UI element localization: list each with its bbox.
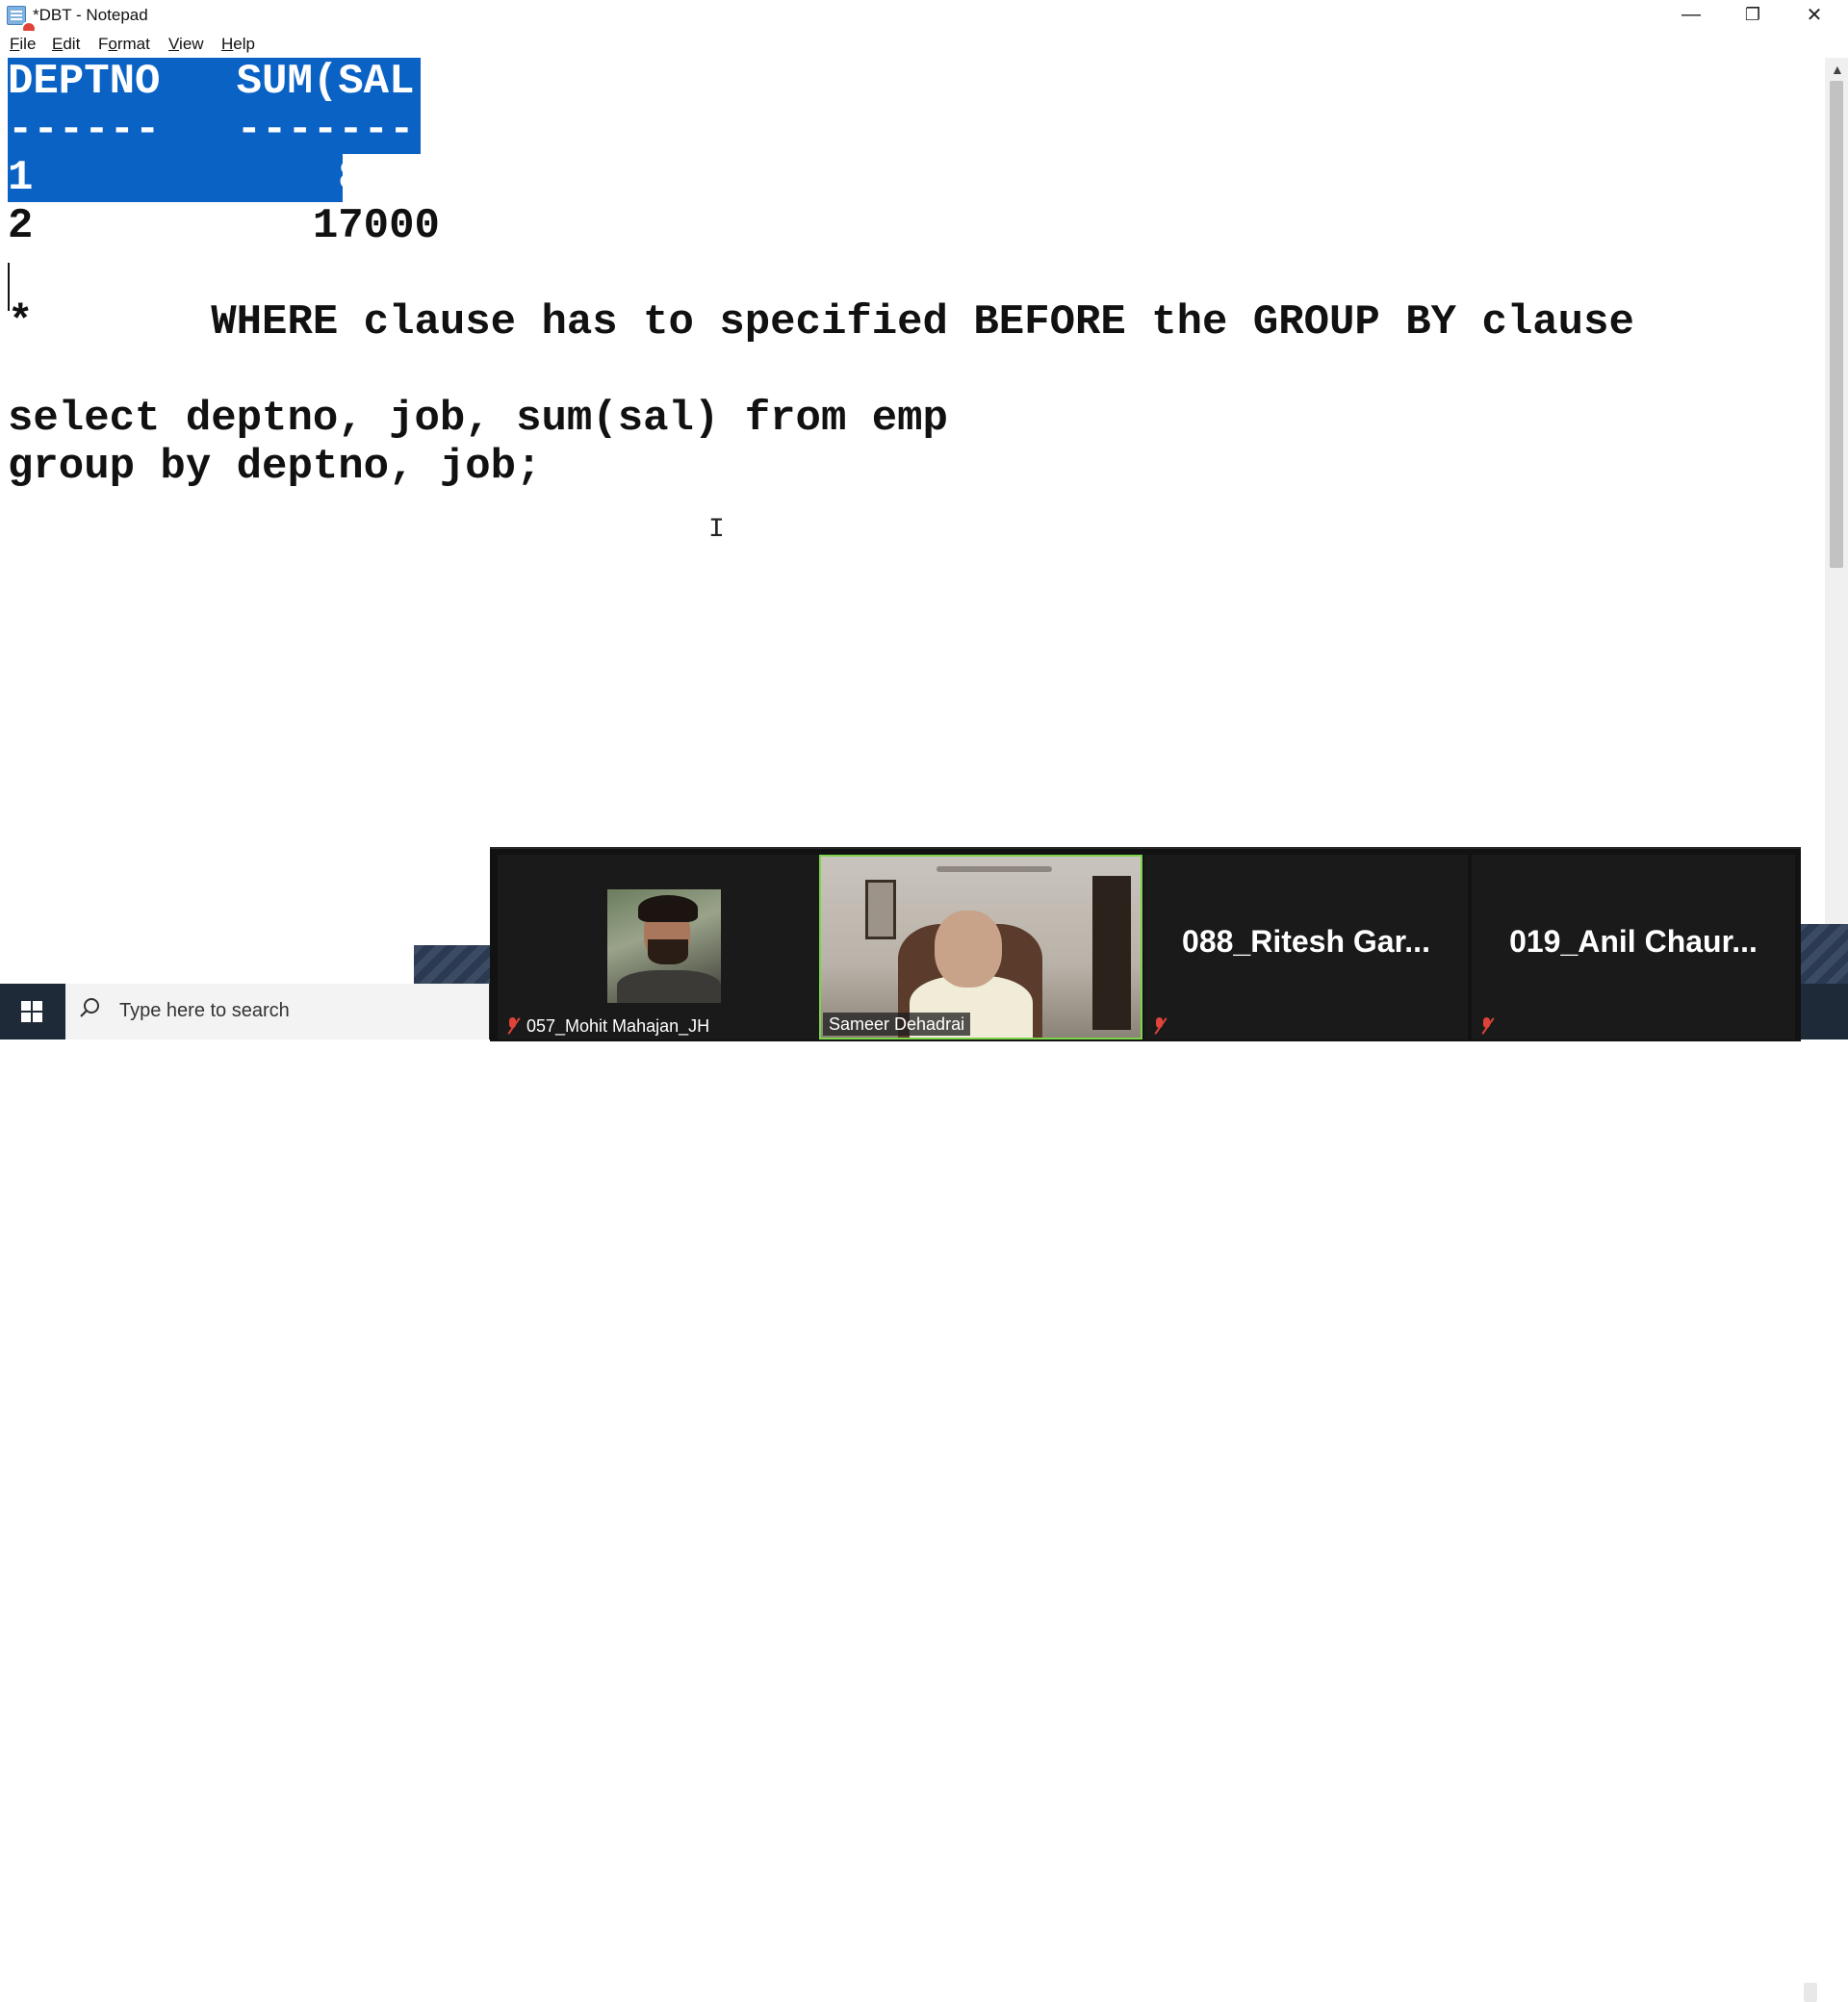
editor-line: * WHERE clause has to specified BEFORE t… [8, 298, 1634, 346]
ibeam-cursor-icon: I [708, 515, 725, 545]
participant-name-tag: Sameer Dehadrai [823, 1013, 971, 1036]
video-strip: 057_Mohit Mahajan_JH Sameer Dehadrai 088… [490, 847, 1801, 1041]
window-title: *DBT - Notepad [33, 6, 148, 24]
mic-muted-icon [1479, 1017, 1495, 1035]
participant-tile[interactable]: 019_Anil Chaur... [1472, 855, 1795, 1040]
text-editor[interactable]: DEPTNO SUM(SAL) ------ -------- 1 8000 2… [0, 58, 1825, 982]
minimize-button[interactable]: — [1661, 0, 1721, 29]
participant-name-tag: 057_Mohit Mahajan_JH [505, 1014, 709, 1038]
mic-muted-icon [505, 1017, 521, 1035]
close-button[interactable]: ✕ [1784, 0, 1844, 29]
editor-line: ------ -------- [8, 106, 440, 154]
participant-video [821, 857, 1141, 1038]
notification-icon[interactable] [1804, 1983, 1817, 2002]
wallpaper-strip [414, 945, 491, 984]
participant-name: 019_Anil Chaur... [1509, 924, 1758, 959]
search-placeholder: Type here to search [119, 1000, 290, 1021]
restore-button[interactable]: ❐ [1723, 0, 1783, 29]
menu-bar: File Edit Format View Help [0, 31, 1848, 58]
scroll-up-icon[interactable]: ▲ [1831, 62, 1844, 77]
menu-edit[interactable]: Edit [52, 35, 80, 54]
title-bar: *DBT - Notepad — ❐ ✕ [0, 0, 1848, 37]
vertical-scrollbar[interactable]: ▲ [1825, 58, 1848, 982]
editor-line: 1 8000 [8, 154, 440, 202]
participant-name: 088_Ritesh Gar... [1182, 924, 1430, 959]
menu-format[interactable]: Format [98, 35, 150, 54]
participant-name-tag [1479, 1014, 1495, 1038]
participant-tile[interactable]: 057_Mohit Mahajan_JH [498, 855, 821, 1040]
menu-file[interactable]: File [10, 35, 36, 54]
text-caret [8, 263, 10, 311]
participant-tile[interactable]: 088_Ritesh Gar... [1144, 855, 1468, 1040]
notepad-icon [6, 4, 37, 37]
windows-start-icon [21, 1001, 42, 1022]
mic-muted-icon [1152, 1017, 1168, 1035]
editor-line: group by deptno, job; [8, 443, 542, 491]
wallpaper-strip [1798, 924, 1848, 984]
editor-line: DEPTNO SUM(SAL) [8, 58, 440, 106]
start-button[interactable] [0, 984, 64, 1040]
participant-name-tag [1152, 1014, 1168, 1038]
search-icon [80, 998, 99, 1017]
editor-line: select deptno, job, sum(sal) from emp [8, 395, 948, 443]
participant-tile-active[interactable]: Sameer Dehadrai [819, 855, 1142, 1040]
menu-help[interactable]: Help [221, 35, 255, 54]
taskbar-search[interactable]: Type here to search [65, 984, 489, 1040]
participant-video [607, 889, 721, 1003]
menu-view[interactable]: View [168, 35, 204, 54]
scroll-thumb[interactable] [1830, 81, 1843, 568]
editor-line: 2 17000 [8, 202, 440, 250]
